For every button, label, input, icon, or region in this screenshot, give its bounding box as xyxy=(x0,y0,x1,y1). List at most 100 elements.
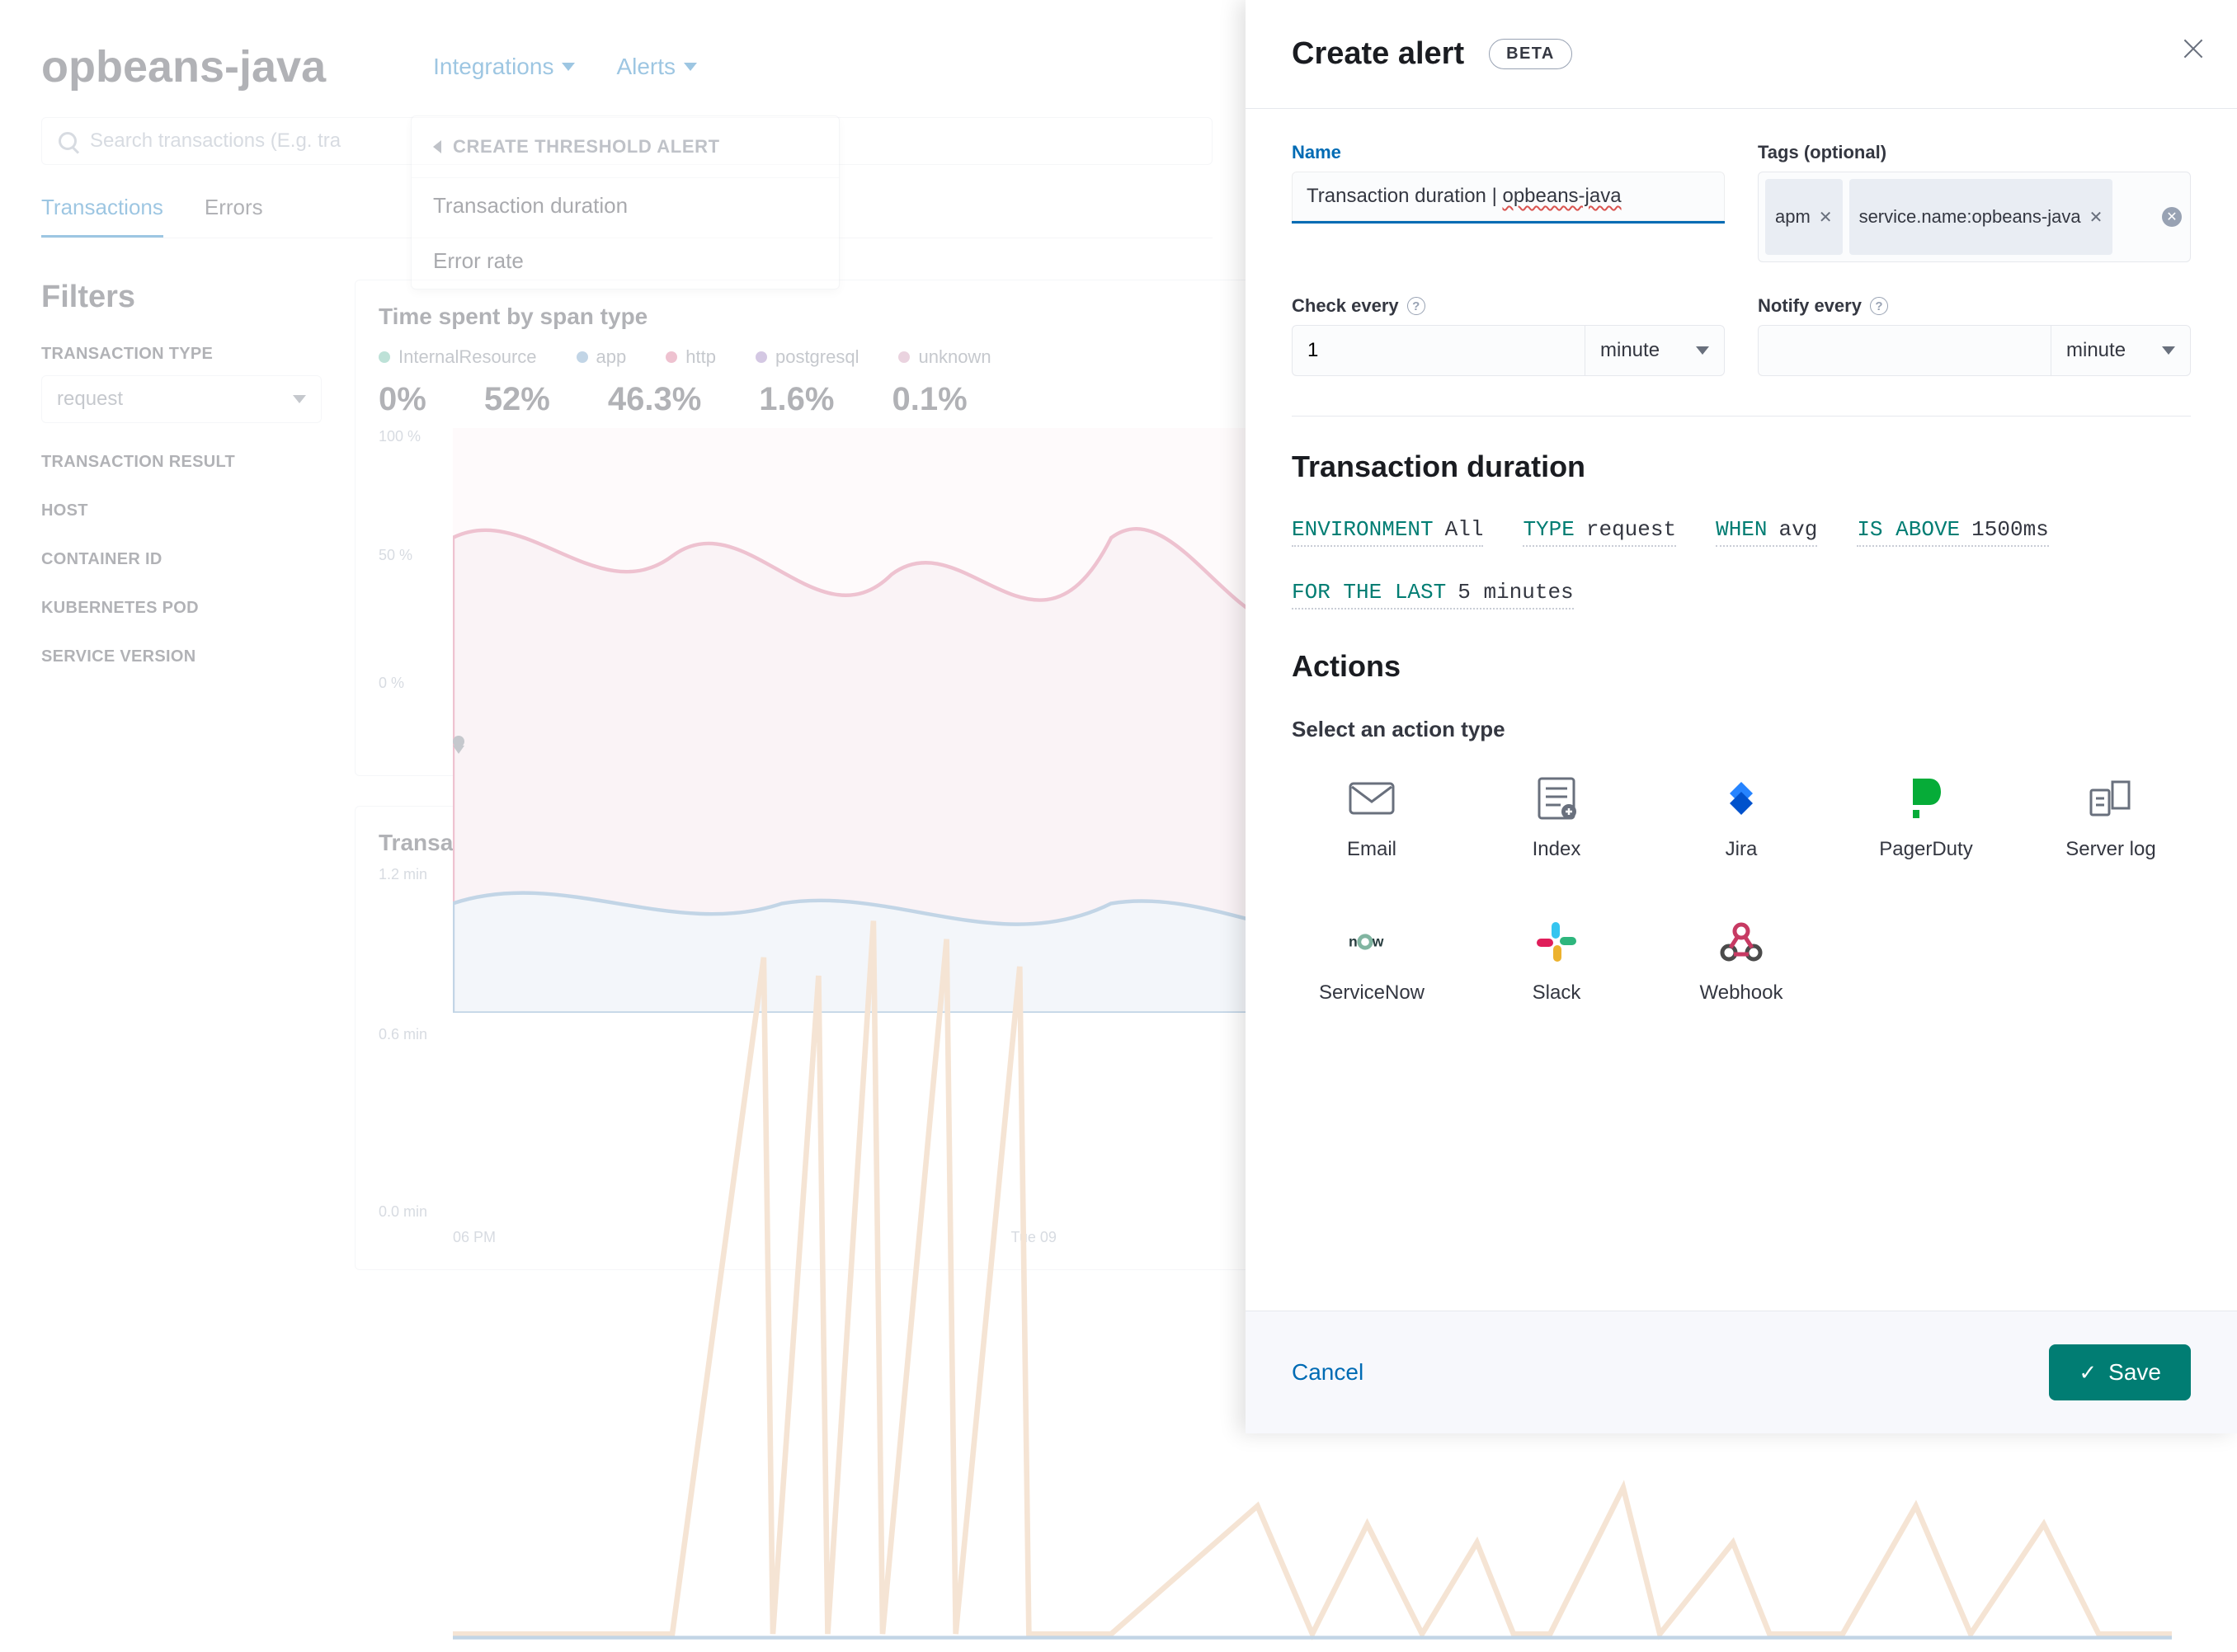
service-version-label: Service version xyxy=(473,731,596,752)
action-label: Server log xyxy=(2065,838,2155,861)
tab-integrations[interactable]: Integrations xyxy=(433,54,575,80)
notify-every-value-input[interactable] xyxy=(1758,325,2051,376)
action-label: Webhook xyxy=(1700,981,1783,1005)
action-label: Slack xyxy=(1533,981,1581,1005)
filter-select-transaction-type[interactable]: request xyxy=(41,375,322,423)
create-alert-flyout: Create alert BETA Name Transaction durat… xyxy=(1246,0,2237,1433)
check-every-value-input[interactable] xyxy=(1292,325,1585,376)
dropdown-item-transaction-duration[interactable]: Transaction duration xyxy=(412,178,839,233)
tag-remove-icon[interactable]: ✕ xyxy=(1819,207,1833,228)
stat-value: 46.3% xyxy=(608,381,701,418)
chevron-down-icon xyxy=(2162,346,2175,355)
action-servicenow[interactable]: nw ServiceNow xyxy=(1292,919,1452,1005)
legend-dot-icon xyxy=(666,351,677,363)
action-label: ServiceNow xyxy=(1319,981,1425,1005)
expression-item[interactable]: ENVIRONMENTAll xyxy=(1292,517,1483,547)
help-icon[interactable]: ? xyxy=(1870,297,1888,315)
email-icon xyxy=(1349,775,1395,821)
notify-every-unit-select[interactable]: minute xyxy=(2051,325,2191,376)
filter-label-host[interactable]: HOST xyxy=(41,501,322,520)
svg-text:w: w xyxy=(1372,934,1384,950)
webhook-icon xyxy=(1718,919,1764,965)
action-serverlog[interactable]: Server log xyxy=(2031,775,2191,861)
chevron-left-icon xyxy=(433,140,441,153)
stat-value: 52% xyxy=(484,381,550,418)
filter-label-service-version[interactable]: SERVICE VERSION xyxy=(41,647,322,666)
expression-item[interactable]: WHENavg xyxy=(1716,517,1817,547)
action-slack[interactable]: Slack xyxy=(1476,919,1637,1005)
legend-item[interactable]: http xyxy=(666,346,716,368)
legend-item[interactable]: postgresql xyxy=(756,346,859,368)
action-label: PagerDuty xyxy=(1879,838,1972,861)
beta-badge: BETA xyxy=(1489,39,1572,69)
chevron-down-icon xyxy=(562,63,575,71)
filter-label-kubernetes-pod[interactable]: KUBERNETES POD xyxy=(41,599,322,618)
legend-item[interactable]: unknown xyxy=(898,346,991,368)
close-icon[interactable] xyxy=(2181,36,2206,61)
chevron-down-icon xyxy=(293,395,306,403)
actions-title: Actions xyxy=(1292,649,2191,684)
jira-icon xyxy=(1718,775,1764,821)
chevron-down-icon xyxy=(1696,346,1709,355)
filter-label-transaction-result[interactable]: TRANSACTION RESULT xyxy=(41,453,322,472)
clear-all-tags-icon[interactable]: ✕ xyxy=(2162,207,2182,227)
filter-label-container-id[interactable]: CONTAINER ID xyxy=(41,550,322,569)
subtab-transactions[interactable]: Transactions xyxy=(41,195,163,238)
svg-text:n: n xyxy=(1349,934,1358,950)
stat-value: 0.1% xyxy=(892,381,967,418)
subtab-errors[interactable]: Errors xyxy=(205,195,263,238)
legend-dot-icon xyxy=(577,351,588,363)
x-tick: 06 PM xyxy=(1010,700,1053,718)
y-tick: 0.6 min xyxy=(379,1026,427,1043)
help-icon[interactable]: ? xyxy=(1407,297,1425,315)
tag-service-name[interactable]: service.name:opbeans-java✕ xyxy=(1849,179,2113,255)
action-webhook[interactable]: Webhook xyxy=(1661,919,1821,1005)
search-placeholder: Search transactions (E.g. tra xyxy=(90,129,341,153)
y-tick: 1.2 min xyxy=(379,866,427,883)
servicenow-icon: nw xyxy=(1349,919,1395,965)
expression-item[interactable]: IS ABOVE1500ms xyxy=(1857,517,2048,547)
pin-icon xyxy=(453,736,464,747)
stat-value: 1.6% xyxy=(759,381,834,418)
check-icon xyxy=(2079,1359,2097,1386)
legend-item[interactable]: app xyxy=(577,346,627,368)
x-tick: Tue 09 xyxy=(1011,1229,1057,1246)
y-tick: 50 % xyxy=(379,547,412,564)
pagerduty-icon xyxy=(1903,775,1949,821)
page-title: opbeans-java xyxy=(41,41,326,92)
tags-input[interactable]: apm✕ service.name:opbeans-java✕ ✕ xyxy=(1758,172,2191,262)
check-every-unit-select[interactable]: minute xyxy=(1585,325,1725,376)
action-index[interactable]: Index xyxy=(1476,775,1637,861)
expression-item[interactable]: TYPErequest xyxy=(1523,517,1676,547)
y-tick: 0 % xyxy=(379,675,404,692)
tag-remove-icon[interactable]: ✕ xyxy=(2089,207,2103,228)
tab-alerts[interactable]: Alerts xyxy=(616,54,697,80)
x-tick: 03 PM xyxy=(453,700,496,718)
cancel-button[interactable]: Cancel xyxy=(1292,1359,1363,1386)
legend-dot-icon xyxy=(756,351,767,363)
legend-dot-icon xyxy=(898,351,910,363)
name-input[interactable]: Transaction duration | opbeans-java xyxy=(1292,172,1725,224)
index-icon xyxy=(1533,775,1580,821)
action-label: Email xyxy=(1347,838,1396,861)
chevron-down-icon xyxy=(684,63,697,71)
filters-heading: Filters xyxy=(41,280,322,315)
action-pagerduty[interactable]: PagerDuty xyxy=(1846,775,2006,861)
action-label: Jira xyxy=(1726,838,1758,861)
slack-icon xyxy=(1533,919,1580,965)
tag-apm[interactable]: apm✕ xyxy=(1765,179,1843,255)
action-email[interactable]: Email xyxy=(1292,775,1452,861)
label-notify-every: Notify every? xyxy=(1758,295,2191,317)
serverlog-icon xyxy=(2088,775,2134,821)
legend-dot-icon xyxy=(379,351,390,363)
actions-subtitle: Select an action type xyxy=(1292,717,2191,742)
flyout-title: Create alert xyxy=(1292,36,1464,72)
save-button[interactable]: Save xyxy=(2049,1344,2191,1400)
dropdown-back[interactable]: CREATE THRESHOLD ALERT xyxy=(412,116,839,178)
y-tick: 0.0 min xyxy=(379,1203,427,1221)
create-threshold-alert-menu: CREATE THRESHOLD ALERT Transaction durat… xyxy=(411,115,840,289)
dropdown-item-error-rate[interactable]: Error rate xyxy=(412,233,839,289)
legend-item[interactable]: InternalResource xyxy=(379,346,537,368)
action-jira[interactable]: Jira xyxy=(1661,775,1821,861)
expression-item[interactable]: FOR THE LAST5 minutes xyxy=(1292,580,1574,609)
